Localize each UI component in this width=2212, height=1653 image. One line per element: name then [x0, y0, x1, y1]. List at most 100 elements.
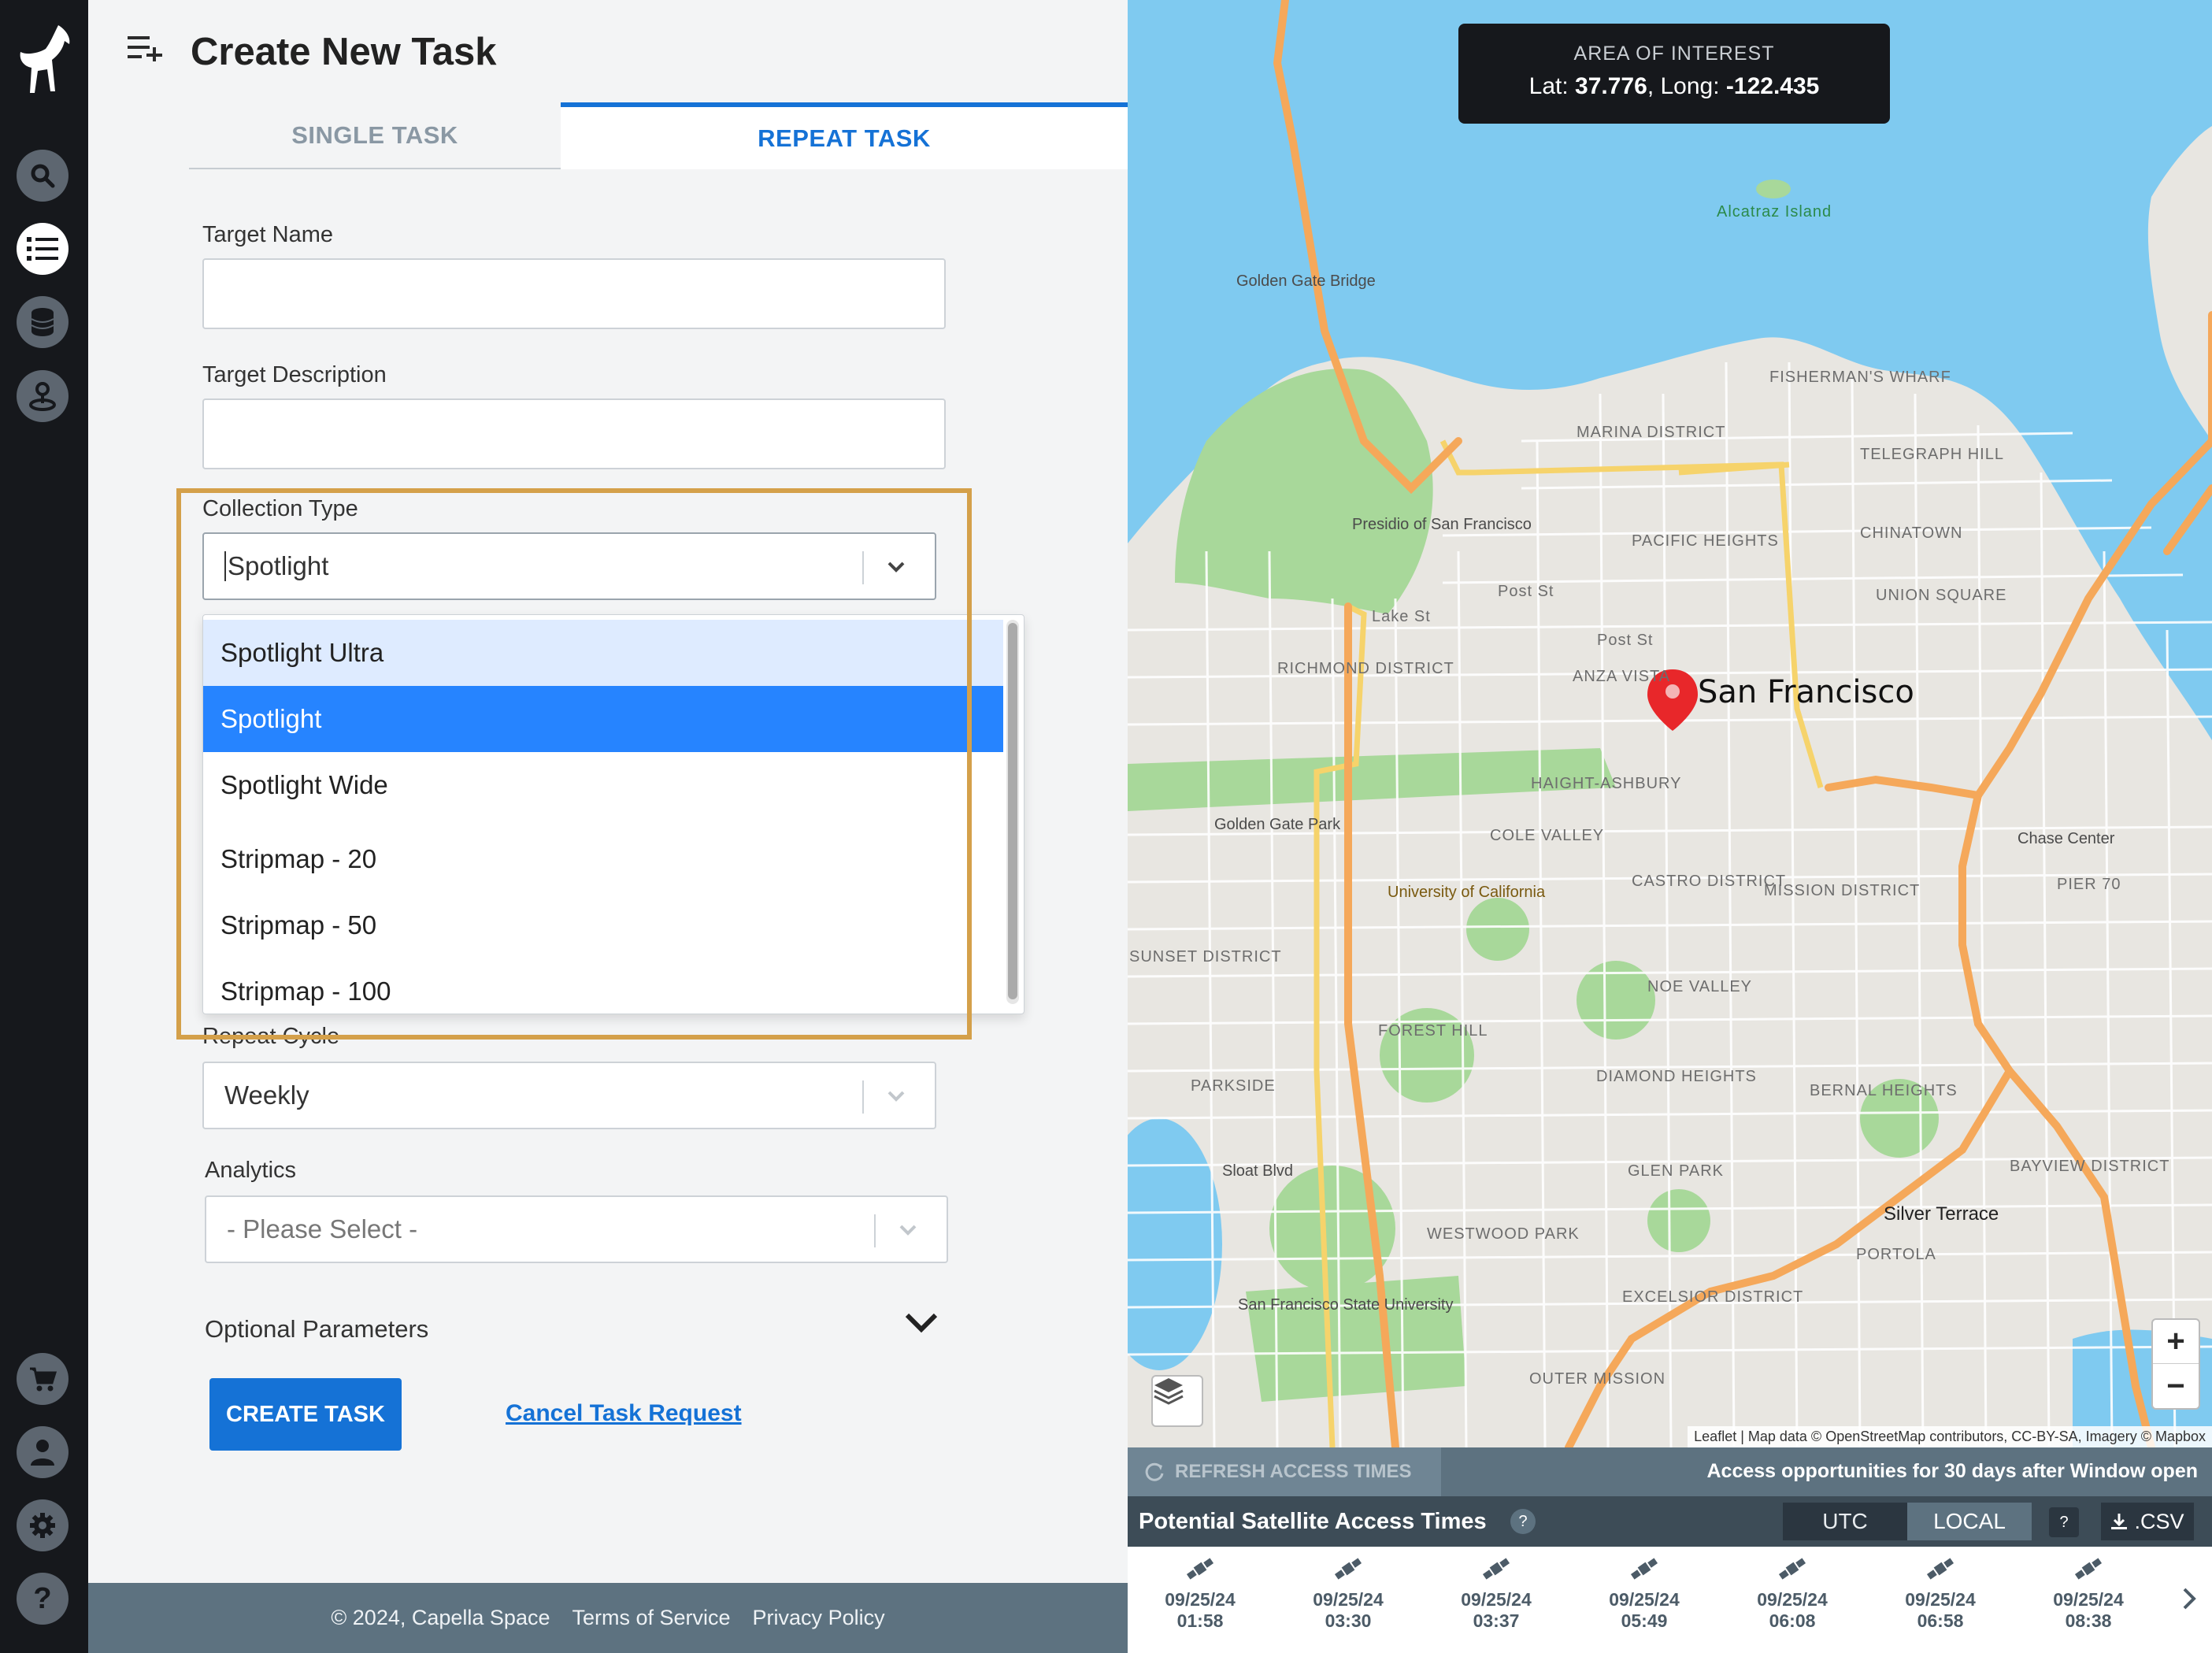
map-label: Presidio of San Francisco: [1352, 516, 1532, 533]
chevron-down-icon: [887, 1091, 905, 1102]
tasks-nav-button[interactable]: [17, 223, 69, 275]
aoi-title: AREA OF INTEREST: [1573, 43, 1775, 65]
target-description-label: Target Description: [202, 362, 387, 387]
map-canvas: [1128, 0, 2212, 1447]
optional-parameters-toggle[interactable]: Optional Parameters: [205, 1315, 428, 1344]
aoi-coordinates: Lat: 37.776, Long: -122.435: [1528, 73, 1820, 99]
search-icon: [31, 164, 55, 188]
access-info-text: Access opportunities for 30 days after W…: [1706, 1460, 2199, 1482]
map-label: Alcatraz Island: [1717, 203, 1832, 221]
map-attribution: Leaflet | Map data © OpenStreetMap contr…: [1688, 1426, 2212, 1447]
map-label: PORTOLA: [1856, 1246, 1936, 1263]
map-label: Lake St: [1372, 608, 1431, 625]
target-description-input[interactable]: [202, 398, 946, 469]
create-task-button[interactable]: CREATE TASK: [209, 1378, 402, 1451]
layers-button[interactable]: [1151, 1375, 1203, 1427]
terms-link[interactable]: Terms of Service: [572, 1606, 730, 1630]
access-times-strip: 09/25/24 01:58 09/25/24 03:30 09/25/24 03:3…: [1128, 1547, 2212, 1653]
long-label: Long:: [1660, 73, 1720, 99]
tab-repeat-task[interactable]: REPEAT TASK: [561, 102, 1128, 169]
map-label: University of California: [1388, 884, 1546, 901]
search-nav-button[interactable]: [17, 150, 69, 202]
privacy-link[interactable]: Privacy Policy: [753, 1606, 885, 1630]
map-label: FISHERMAN'S WHARF: [1769, 369, 1951, 386]
long-value: -122.435: [1725, 73, 1820, 99]
map-label: OUTER MISSION: [1529, 1370, 1666, 1388]
refresh-access-times-button[interactable]: REFRESH ACCESS TIMES: [1128, 1447, 1441, 1496]
access-date: 09/25/24: [1609, 1589, 1680, 1610]
local-toggle[interactable]: LOCAL: [1907, 1503, 2032, 1540]
map-label: RICHMOND DISTRICT: [1277, 660, 1454, 677]
map-label: MISSION DISTRICT: [1764, 882, 1921, 899]
cart-nav-button[interactable]: [17, 1353, 69, 1405]
settings-nav-button[interactable]: [17, 1499, 69, 1551]
zoom-out-button[interactable]: −: [2153, 1364, 2199, 1408]
analytics-select[interactable]: - Please Select -: [205, 1195, 948, 1263]
access-time-slot[interactable]: 09/25/24 06:08: [1729, 1547, 1855, 1632]
map-label: DIAMOND HEIGHTS: [1596, 1068, 1757, 1085]
capella-logo-icon[interactable]: [11, 20, 77, 107]
zoom-in-button[interactable]: +: [2153, 1320, 2199, 1364]
chevron-right-icon[interactable]: [2180, 1584, 2199, 1613]
access-date: 09/25/24: [1461, 1589, 1532, 1610]
repeat-cycle-select[interactable]: Weekly: [202, 1062, 936, 1129]
target-name-label: Target Name: [202, 222, 334, 247]
cancel-task-link[interactable]: Cancel Task Request: [506, 1400, 742, 1427]
access-time-slot[interactable]: 09/25/24 03:30: [1285, 1547, 1411, 1632]
database-icon: [31, 308, 54, 336]
city-label: San Francisco: [1698, 674, 1914, 710]
tab-single-task[interactable]: SINGLE TASK: [189, 102, 561, 169]
user-icon: [31, 1440, 54, 1466]
access-date: 09/25/24: [1165, 1589, 1236, 1610]
target-name-input[interactable]: [202, 258, 946, 329]
chevron-down-icon: [899, 1225, 917, 1236]
access-time: 06:58: [1917, 1610, 1964, 1631]
map-label: MARINA DISTRICT: [1577, 424, 1726, 441]
map-label: HAIGHT-ASHBURY: [1531, 775, 1682, 792]
access-time-slot[interactable]: 09/25/24 08:38: [2025, 1547, 2151, 1632]
task-list-icon: [27, 237, 58, 261]
map-label: CHINATOWN: [1860, 524, 1963, 542]
page-title: Create New Task: [191, 31, 497, 73]
access-time-slot[interactable]: 09/25/24 01:58: [1137, 1547, 1263, 1632]
csv-label: .CSV: [2134, 1509, 2184, 1533]
map-label: San Francisco State University: [1238, 1296, 1454, 1314]
help-icon[interactable]: ?: [1510, 1509, 1536, 1534]
access-date: 09/25/24: [1313, 1589, 1384, 1610]
account-nav-button[interactable]: [17, 1426, 69, 1478]
satellite-icon: [1778, 1558, 1806, 1580]
map-label: ANZA VISTA: [1573, 668, 1671, 685]
access-time-slot[interactable]: 09/25/24 03:37: [1433, 1547, 1559, 1632]
utc-toggle[interactable]: UTC: [1783, 1503, 1907, 1540]
access-time-slot[interactable]: 09/25/24 06:58: [1877, 1547, 2003, 1632]
access-time-slot[interactable]: 09/25/24 05:49: [1581, 1547, 1707, 1632]
access-times-title: Potential Satellite Access Times: [1139, 1509, 1487, 1534]
help-icon: ?: [33, 1581, 52, 1615]
refresh-icon: [1145, 1462, 1164, 1481]
add-list-icon: [128, 36, 162, 61]
map-label: Post St: [1597, 632, 1654, 649]
map-pin-icon: [29, 382, 56, 411]
map-label: PIER 70: [2057, 876, 2121, 893]
analytics-label: Analytics: [205, 1158, 297, 1183]
layers-icon: [1154, 1378, 1184, 1405]
footer: © 2024, Capella Space Terms of Service P…: [88, 1583, 1128, 1653]
chevron-down-icon[interactable]: [904, 1310, 939, 1334]
map-label: Golden Gate Park: [1214, 816, 1341, 833]
access-date: 09/25/24: [1905, 1589, 1976, 1610]
data-nav-button[interactable]: [17, 296, 69, 348]
location-nav-button[interactable]: [17, 370, 69, 422]
csv-download-button[interactable]: .CSV: [2101, 1503, 2194, 1540]
help-icon[interactable]: ?: [2049, 1507, 2079, 1537]
satellite-icon: [1630, 1558, 1658, 1580]
map-label: PACIFIC HEIGHTS: [1632, 532, 1779, 550]
refresh-label: REFRESH ACCESS TIMES: [1175, 1461, 1412, 1482]
access-header-bar: REFRESH ACCESS TIMES Access opportunitie…: [1128, 1447, 2212, 1496]
dropdown-scrollbar-thumb[interactable]: [1008, 623, 1017, 999]
area-of-interest-panel: AREA OF INTEREST Lat: 37.776, Long: -122…: [1458, 24, 1890, 124]
help-nav-button[interactable]: ?: [17, 1573, 69, 1625]
map-label: COLE VALLEY: [1490, 827, 1605, 844]
map-view[interactable]: Golden Gate Bridge Alcatraz Island FISHE…: [1128, 0, 2212, 1447]
access-title-bar: Potential Satellite Access Times ? UTC L…: [1128, 1496, 2212, 1547]
left-rail: ?: [0, 0, 88, 1653]
